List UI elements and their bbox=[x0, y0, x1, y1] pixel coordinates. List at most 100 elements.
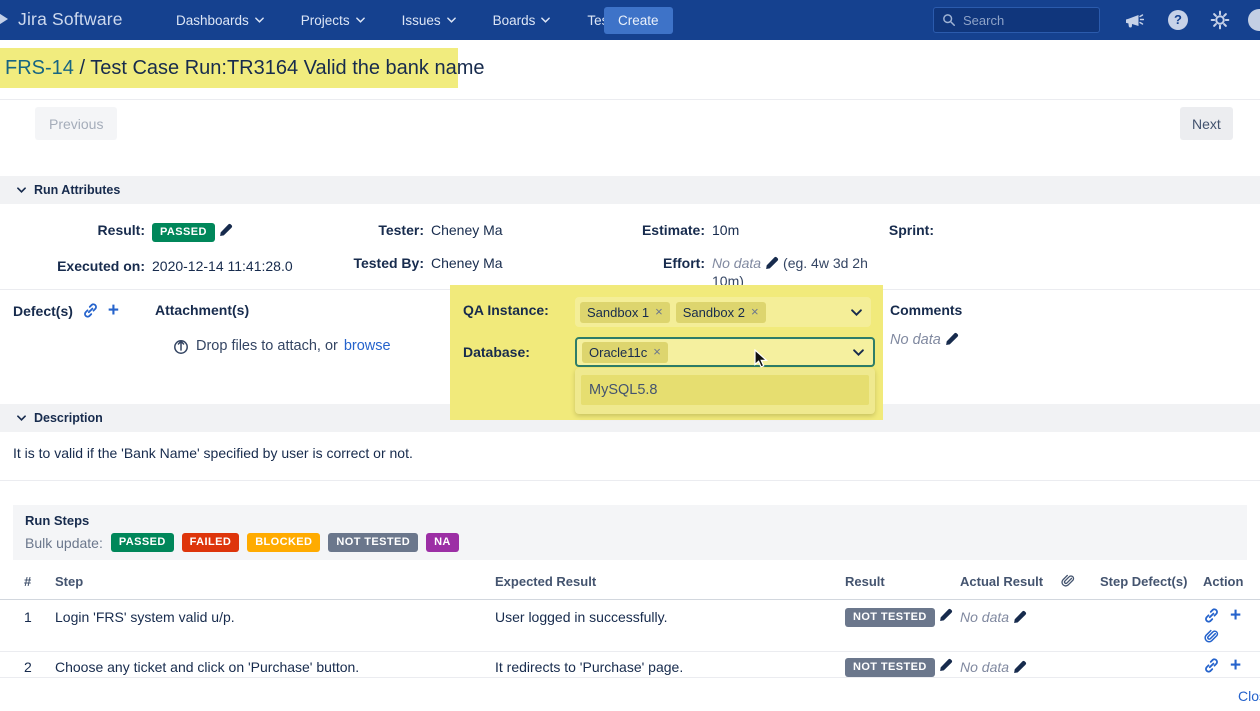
browse-link[interactable]: browse bbox=[344, 338, 391, 354]
tester-value: Cheney Ma bbox=[431, 221, 503, 239]
bulk-blocked-button[interactable]: BLOCKED bbox=[247, 533, 320, 552]
create-button[interactable]: Create bbox=[604, 7, 673, 34]
col-result: Result bbox=[845, 574, 885, 589]
add-defect-icon[interactable]: + bbox=[108, 304, 119, 318]
col-actual: Actual Result bbox=[960, 574, 1043, 589]
description-text: It is to valid if the 'Bank Name' specif… bbox=[13, 445, 413, 461]
run-attributes-header[interactable]: Run Attributes bbox=[0, 176, 1260, 204]
previous-button[interactable]: Previous bbox=[35, 107, 117, 140]
comments-label: Comments bbox=[890, 302, 962, 318]
add-step-defect-icon[interactable]: + bbox=[1230, 609, 1241, 623]
step-text: Choose any ticket and click on 'Purchase… bbox=[55, 659, 359, 675]
nav-item-dashboards[interactable]: Dashboards bbox=[176, 13, 264, 28]
help-icon[interactable]: ? bbox=[1168, 10, 1188, 30]
executed-on-label: Executed on: bbox=[0, 257, 145, 275]
dropzone-text: Drop files to attach, or bbox=[196, 338, 338, 354]
help-glyph: ? bbox=[1174, 12, 1182, 27]
result-value: PASSED bbox=[152, 221, 233, 242]
add-step-defect-icon[interactable]: + bbox=[1230, 659, 1241, 673]
database-select[interactable]: Oracle11c× bbox=[575, 337, 875, 367]
jira-logo-icon bbox=[0, 9, 10, 29]
step-expected: User logged in successfully. bbox=[495, 609, 667, 625]
nav-item-label: Boards bbox=[493, 13, 536, 28]
next-button[interactable]: Next bbox=[1180, 107, 1233, 140]
nav-item-issues[interactable]: Issues bbox=[402, 13, 456, 28]
attachment-dropzone[interactable]: Drop files to attach, or browse bbox=[172, 337, 391, 355]
bulk-passed-button[interactable]: PASSED bbox=[111, 533, 174, 552]
attach-step-file-icon[interactable] bbox=[1203, 628, 1219, 645]
result-label: Result: bbox=[0, 221, 145, 242]
section-title: Description bbox=[34, 411, 103, 425]
search-box[interactable] bbox=[933, 7, 1100, 33]
divider bbox=[0, 480, 1260, 481]
step-num: 2 bbox=[24, 659, 32, 675]
nav-item-projects[interactable]: Projects bbox=[301, 13, 365, 28]
step-status-badge: NOT TESTED bbox=[845, 658, 935, 677]
chip-label: Sandbox 2 bbox=[683, 305, 745, 320]
mouse-cursor bbox=[753, 349, 771, 369]
edit-result-icon[interactable] bbox=[218, 223, 233, 238]
nav-menu: Dashboards Projects Issues Boards Tests bbox=[176, 0, 634, 40]
attr-col-tester: Tester: Cheney Ma Tested By: Cheney Ma bbox=[300, 221, 550, 287]
edit-step-actual-icon[interactable] bbox=[1012, 610, 1027, 625]
link-defect-icon[interactable] bbox=[82, 302, 99, 319]
qa-instance-select[interactable]: Sandbox 1 × Sandbox 2 × bbox=[575, 297, 871, 327]
issue-key-link[interactable]: FRS-14 bbox=[5, 57, 74, 79]
gear-icon[interactable] bbox=[1210, 10, 1230, 30]
col-action: Action bbox=[1203, 574, 1243, 589]
chevron-down-icon bbox=[17, 415, 26, 421]
edit-comments-icon[interactable] bbox=[944, 332, 959, 347]
remove-chip-icon[interactable]: × bbox=[751, 307, 759, 317]
chevron-down-icon bbox=[255, 17, 264, 23]
step-status-badge: NOT TESTED bbox=[845, 608, 935, 627]
remove-chip-icon[interactable]: × bbox=[655, 307, 663, 317]
bulk-update-label: Bulk update: bbox=[25, 535, 103, 551]
link-step-defect-icon[interactable] bbox=[1203, 657, 1220, 674]
attachments-label: Attachment(s) bbox=[155, 302, 249, 318]
chip-label: Sandbox 1 bbox=[587, 305, 649, 320]
tester-label: Tester: bbox=[300, 221, 424, 239]
run-steps-title: Run Steps bbox=[25, 513, 1235, 528]
qa-instance-chip: Sandbox 2 × bbox=[676, 302, 766, 323]
top-nav: Jira Software Dashboards Projects Issues… bbox=[0, 0, 1260, 40]
step-actual: No data bbox=[960, 659, 1027, 675]
sprint-label: Sprint: bbox=[790, 221, 934, 239]
link-step-defect-icon[interactable] bbox=[1203, 607, 1220, 624]
user-avatar[interactable] bbox=[1248, 9, 1260, 31]
nav-item-label: Dashboards bbox=[176, 13, 249, 28]
database-option[interactable]: MySQL5.8 bbox=[581, 375, 869, 405]
step-result: NOT TESTED bbox=[845, 657, 953, 677]
bulk-failed-button[interactable]: FAILED bbox=[182, 533, 240, 552]
announcements-icon[interactable] bbox=[1124, 10, 1144, 30]
bulk-na-button[interactable]: NA bbox=[426, 533, 459, 552]
qa-instance-label: QA Instance: bbox=[463, 302, 568, 318]
executed-on-value: 2020-12-14 11:41:28.0 bbox=[152, 257, 293, 275]
col-num: # bbox=[24, 574, 31, 589]
close-link[interactable]: Close bbox=[1238, 688, 1260, 704]
chevron-down-icon bbox=[17, 187, 26, 193]
edit-effort-icon[interactable] bbox=[764, 256, 779, 271]
title-text: Test Case Run:TR3164 Valid the bank name bbox=[90, 57, 484, 79]
step-actual-nodata: No data bbox=[960, 609, 1009, 625]
comments-value: No data bbox=[890, 332, 959, 348]
database-dropdown: MySQL5.8 bbox=[575, 368, 875, 414]
chevron-down-icon bbox=[541, 17, 550, 23]
chevron-down-icon bbox=[851, 309, 862, 316]
edit-step-actual-icon[interactable] bbox=[1012, 660, 1027, 675]
bulk-not-tested-button[interactable]: NOT TESTED bbox=[328, 533, 418, 552]
edit-step-result-icon[interactable] bbox=[938, 608, 953, 623]
step-row: 1 Login 'FRS' system valid u/p. User log… bbox=[0, 600, 1260, 652]
bulk-update-row: Bulk update: PASSED FAILED BLOCKED NOT T… bbox=[25, 533, 1235, 552]
col-expected: Expected Result bbox=[495, 574, 596, 589]
step-row: 2 Choose any ticket and click on 'Purcha… bbox=[0, 652, 1260, 678]
step-actual: No data bbox=[960, 609, 1027, 625]
edit-step-result-icon[interactable] bbox=[938, 658, 953, 673]
nav-item-boards[interactable]: Boards bbox=[493, 13, 551, 28]
comments-nodata: No data bbox=[890, 332, 941, 348]
remove-chip-icon[interactable]: × bbox=[653, 347, 661, 357]
nav-item-label: Issues bbox=[402, 13, 441, 28]
page-title: FRS-14 / Test Case Run:TR3164 Valid the … bbox=[0, 48, 458, 88]
step-expected: It redirects to 'Purchase' page. bbox=[495, 659, 683, 675]
search-input[interactable] bbox=[963, 13, 1091, 28]
qa-instance-chip: Sandbox 1 × bbox=[580, 302, 670, 323]
